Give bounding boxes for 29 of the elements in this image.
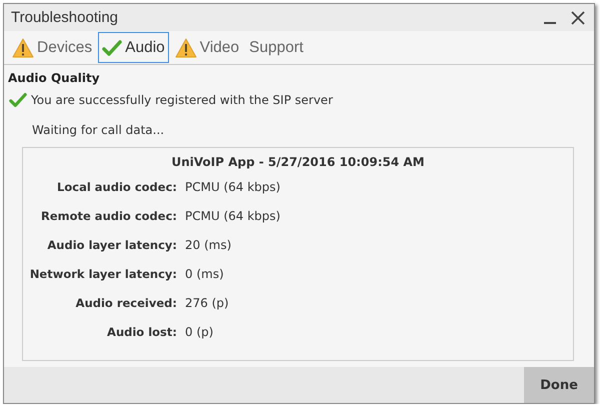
field-value: 0 (p)	[185, 325, 214, 339]
field-label: Local audio codec:	[57, 180, 177, 194]
field-value: 276 (p)	[185, 296, 230, 310]
close-button[interactable]	[570, 10, 586, 26]
done-button[interactable]: Done	[524, 367, 594, 403]
field-label: Network layer latency:	[30, 267, 177, 281]
check-icon	[102, 38, 122, 58]
minimize-icon	[544, 22, 556, 24]
tab[interactable]: Devices	[8, 32, 96, 63]
waiting-message: Waiting for call data...	[32, 123, 166, 137]
field-label: Audio layer latency:	[47, 238, 177, 252]
field-value: 0 (ms)	[185, 267, 225, 281]
tab[interactable]: Audio	[98, 32, 169, 63]
section-title: Audio Quality	[8, 71, 101, 85]
tab[interactable]: Support	[245, 32, 308, 63]
status-message: You are successfully registered with the SIP server	[31, 93, 333, 107]
report-header: UniVoIP App - 5/27/2016 10:09:54 AM	[170, 155, 426, 169]
window-title: Troubleshooting	[11, 9, 120, 26]
field-label: Audio received:	[76, 296, 177, 310]
field-label: Audio lost:	[107, 325, 177, 339]
warning-icon	[174, 38, 197, 58]
tab[interactable]: Video	[170, 32, 244, 63]
field-value: PCMU (64 kbps)	[185, 209, 282, 223]
close-icon	[571, 10, 585, 24]
warning-icon	[12, 38, 34, 58]
field-label: Remote audio codec:	[40, 209, 177, 223]
field-value: 20 (ms)	[185, 238, 232, 252]
field-value: PCMU (64 kbps)	[185, 180, 282, 194]
check-icon	[9, 91, 27, 109]
